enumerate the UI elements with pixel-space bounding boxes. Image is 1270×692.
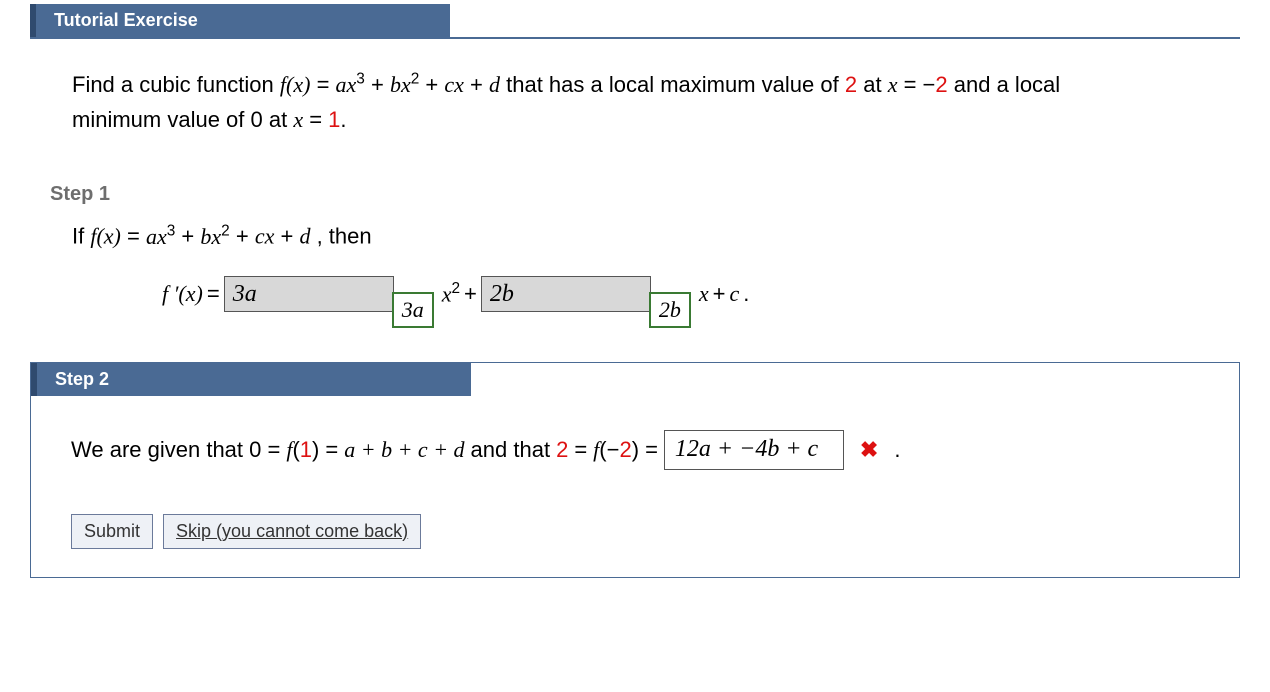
s2-two: 2 bbox=[556, 437, 568, 463]
eq: = bbox=[317, 72, 336, 97]
problem-statement: Find a cubic function f(x) = ax3 + bx2 +… bbox=[30, 39, 1240, 147]
correct-tag-2: 2b bbox=[649, 292, 691, 328]
step2-answer-input[interactable]: 12a + −4b + c bbox=[664, 430, 844, 470]
if-text: If bbox=[72, 224, 90, 249]
s2-pm2a: (− bbox=[599, 437, 619, 462]
s2-p1b: ) bbox=[312, 437, 319, 462]
s2-period: . bbox=[894, 437, 900, 463]
problem-text-b: that has a local maximum value of bbox=[506, 72, 845, 97]
step1-label: Step 1 bbox=[30, 147, 1240, 212]
s2-t3: and that bbox=[471, 437, 551, 463]
tag2-text: 2b bbox=[659, 297, 681, 323]
s2-t2: = bbox=[325, 437, 338, 463]
x2exp: 2 bbox=[451, 280, 460, 297]
step2-header: Step 2 bbox=[31, 363, 1239, 396]
fprime: f ′(x) bbox=[162, 281, 203, 307]
ans2-text: 2b bbox=[490, 281, 514, 307]
step2-container: Step 2 We are given that 0 = f(1) = a + … bbox=[30, 362, 1240, 578]
period: . bbox=[340, 107, 346, 132]
m2: 2 bbox=[935, 72, 947, 97]
cx: cx bbox=[444, 72, 464, 97]
exp3: 3 bbox=[356, 71, 365, 88]
exp2: 2 bbox=[411, 71, 420, 88]
step2-body: We are given that 0 = f(1) = a + b + c +… bbox=[31, 396, 1239, 577]
answer-box-2[interactable]: 2b bbox=[481, 276, 651, 312]
s1-plus1: + bbox=[181, 224, 200, 249]
problem-text-d: and a local bbox=[954, 72, 1060, 97]
d: d bbox=[489, 72, 500, 97]
s2-input-text: 12a + −4b + c bbox=[675, 436, 818, 463]
plusA: + bbox=[464, 281, 477, 307]
s2-t5: = bbox=[645, 437, 658, 463]
ax: ax bbox=[336, 72, 357, 97]
s1-d: d bbox=[299, 224, 310, 249]
plusB: + bbox=[713, 281, 726, 307]
s1-eq: = bbox=[127, 224, 146, 249]
s2-t1: We are given that 0 = bbox=[71, 437, 280, 463]
s1-cx: cx bbox=[255, 224, 275, 249]
s1-ax: ax bbox=[146, 224, 167, 249]
problem-text-line2a: minimum value of 0 at bbox=[72, 107, 293, 132]
fx: f(x) bbox=[280, 72, 311, 97]
button-row: Submit Skip (you cannot come back) bbox=[71, 514, 1219, 549]
plus3: + bbox=[470, 72, 489, 97]
derivative-row: f ′(x) = 3a 3a x2 + 2b 2b x + c. bbox=[72, 276, 1230, 312]
correct-tag-1: 3a bbox=[392, 292, 434, 328]
s1-plus3: + bbox=[280, 224, 299, 249]
answer-box-1[interactable]: 3a bbox=[224, 276, 394, 312]
s2-m2: 2 bbox=[619, 437, 631, 462]
s1-exp2: 2 bbox=[221, 222, 230, 239]
val-2: 2 bbox=[845, 72, 857, 97]
s2-sum: a + b + c + d bbox=[344, 437, 464, 463]
x-var2: x bbox=[293, 107, 303, 132]
s1-plus2: + bbox=[236, 224, 255, 249]
xB: x bbox=[699, 281, 709, 307]
submit-button[interactable]: Submit bbox=[71, 514, 153, 549]
problem-text-c: at bbox=[863, 72, 887, 97]
plus2: + bbox=[425, 72, 444, 97]
wrong-icon: ✖ bbox=[860, 437, 878, 463]
tutorial-header: Tutorial Exercise bbox=[30, 4, 1240, 39]
s2-pm2b: ) bbox=[632, 437, 639, 462]
s1-periodB: . bbox=[743, 281, 749, 307]
s2-t4: = bbox=[574, 437, 587, 463]
eqm2: = − bbox=[904, 72, 936, 97]
bx: bx bbox=[390, 72, 411, 97]
plus1: + bbox=[371, 72, 390, 97]
s1-fx: f(x) bbox=[90, 224, 121, 249]
step1-body: If f(x) = ax3 + bx2 + cx + d , then f ′(… bbox=[30, 212, 1240, 351]
tutorial-header-title: Tutorial Exercise bbox=[30, 4, 450, 37]
problem-text-a: Find a cubic function bbox=[72, 72, 280, 97]
skip-button[interactable]: Skip (you cannot come back) bbox=[163, 514, 421, 549]
v1: 1 bbox=[328, 107, 340, 132]
x-var: x bbox=[888, 72, 898, 97]
step2-label: Step 2 bbox=[31, 363, 471, 396]
tag1-text: 3a bbox=[402, 297, 424, 323]
cterm: c bbox=[730, 281, 740, 307]
then-text: , then bbox=[317, 224, 372, 249]
s1-bx: bx bbox=[200, 224, 221, 249]
s1-exp3: 3 bbox=[167, 222, 176, 239]
x2: x bbox=[442, 281, 452, 306]
s1-eq2: = bbox=[207, 281, 220, 307]
s2-p1a: ( bbox=[292, 437, 299, 462]
s2-one: 1 bbox=[300, 437, 312, 462]
eq1: = bbox=[309, 107, 328, 132]
ans1-text: 3a bbox=[233, 281, 257, 307]
